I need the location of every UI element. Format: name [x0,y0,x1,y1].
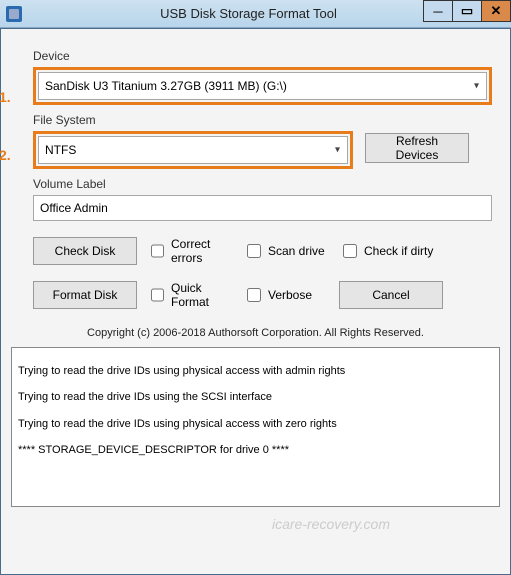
check-if-dirty-label: Check if dirty [364,244,433,258]
copyright-text: Copyright (c) 2006-2018 Authorsoft Corpo… [19,327,492,339]
close-button[interactable]: ✕ [481,0,511,22]
scan-drive-checkbox[interactable]: Scan drive [243,241,329,261]
window-controls: ─ ▭ ✕ [424,0,511,24]
check-if-dirty-checkbox[interactable]: Check if dirty [339,241,433,261]
window-title: USB Disk Storage Format Tool [26,6,471,21]
quick-format-checkbox[interactable]: Quick Format [147,281,233,309]
filesystem-highlight: NTFS ▾ [33,131,353,169]
verbose-checkbox[interactable]: Verbose [243,285,329,305]
verbose-label: Verbose [268,288,312,302]
titlebar: USB Disk Storage Format Tool ─ ▭ ✕ [0,0,511,28]
correct-errors-label: Correct errors [171,237,233,265]
filesystem-label: File System [33,113,492,127]
volume-label-input[interactable] [33,195,492,221]
filesystem-select[interactable]: NTFS [38,136,348,164]
volume-label-label: Volume Label [33,177,492,191]
cancel-button[interactable]: Cancel [339,281,443,309]
window-body: 1. 2. Device SanDisk U3 Titanium 3.27GB … [0,28,511,575]
log-output[interactable]: Trying to read the drive IDs using physi… [11,347,500,507]
log-line: Trying to read the drive IDs using physi… [18,358,493,384]
refresh-devices-button[interactable]: Refresh Devices [365,133,469,163]
log-line: **** STORAGE_DEVICE_DESCRIPTOR for drive… [18,437,493,463]
log-line: Trying to read the drive IDs using the S… [18,384,493,410]
watermark: icare-recovery.com [272,516,390,532]
quick-format-label: Quick Format [171,281,233,309]
check-disk-button[interactable]: Check Disk [33,237,137,265]
maximize-button[interactable]: ▭ [452,0,482,22]
device-label: Device [33,49,492,63]
correct-errors-checkbox[interactable]: Correct errors [147,237,233,265]
format-disk-button[interactable]: Format Disk [33,281,137,309]
minimize-button[interactable]: ─ [423,0,453,22]
device-highlight: SanDisk U3 Titanium 3.27GB (3911 MB) (G:… [33,67,492,105]
step-2-marker: 2. [0,147,11,163]
step-1-marker: 1. [0,89,11,105]
device-select[interactable]: SanDisk U3 Titanium 3.27GB (3911 MB) (G:… [38,72,487,100]
log-line: Trying to read the drive IDs using physi… [18,411,493,437]
app-icon [6,6,22,22]
scan-drive-label: Scan drive [268,244,325,258]
